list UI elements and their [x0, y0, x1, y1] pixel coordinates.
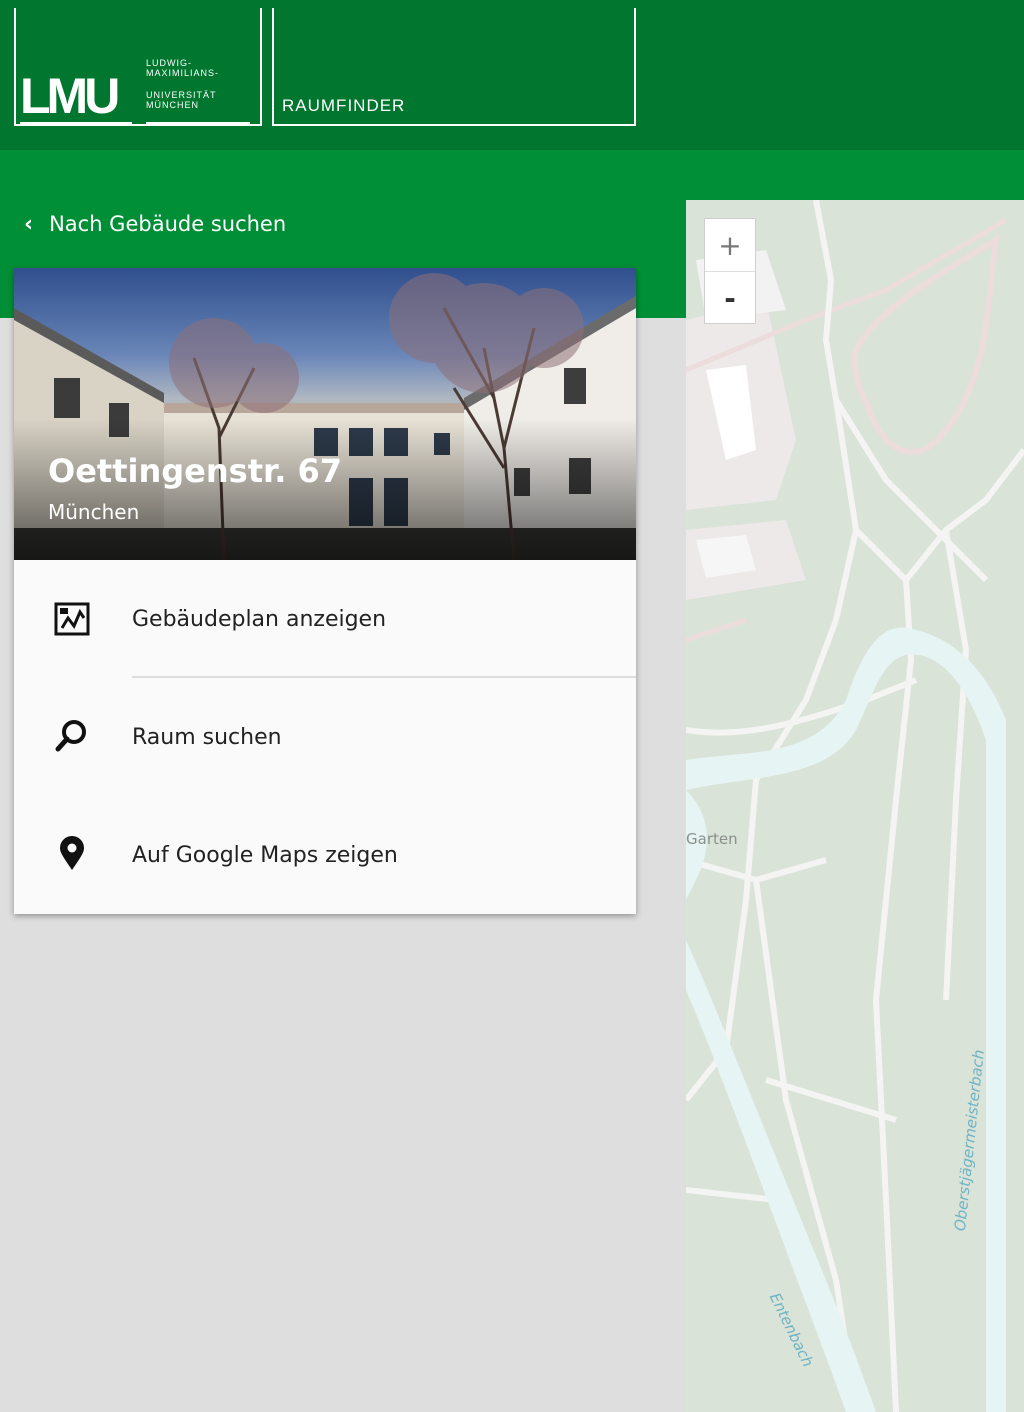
search-room-item[interactable]: Raum suchen — [14, 678, 636, 796]
lmu-logo[interactable]: LMU LUDWIG- MAXIMILIANS- UNIVERSITÄT MÜN… — [14, 8, 262, 126]
building-name: Oettingenstr. 67 — [48, 452, 343, 490]
show-building-plan-item[interactable]: Gebäudeplan anzeigen — [14, 560, 636, 678]
search-icon — [52, 716, 92, 756]
map-pin-icon — [52, 834, 92, 874]
logo-line: MAXIMILIANS- — [146, 68, 220, 78]
building-city: München — [48, 500, 140, 524]
back-to-building-search-link[interactable]: ‹ Nach Gebäude suchen — [24, 206, 286, 242]
logo-university-name: LUDWIG- MAXIMILIANS- UNIVERSITÄT MÜNCHEN — [146, 58, 250, 124]
menu-item-label: Raum suchen — [132, 724, 282, 750]
building-photo: Oettingenstr. 67 München — [14, 268, 636, 560]
menu-item-label: Gebäudeplan anzeigen — [132, 606, 387, 632]
map-zoom-control: + - — [704, 218, 756, 324]
show-on-google-maps-item[interactable]: Auf Google Maps zeigen — [14, 796, 636, 914]
map-creek — [686, 940, 876, 1412]
app-title: RAUMFINDER — [282, 96, 406, 115]
chevron-left-icon: ‹ — [24, 211, 34, 237]
logo-line: MÜNCHEN — [146, 100, 199, 110]
map-label-garden: Garten — [686, 830, 738, 848]
logo-line: UNIVERSITÄT — [146, 90, 217, 100]
building-plan-icon — [52, 598, 92, 638]
zoom-in-button[interactable]: + — [705, 219, 755, 271]
back-link-label: Nach Gebäude suchen — [49, 212, 287, 236]
top-header: LMU LUDWIG- MAXIMILIANS- UNIVERSITÄT MÜN… — [0, 0, 1024, 150]
map-canvas — [686, 200, 1024, 1412]
building-card: Oettingenstr. 67 München Gebäudeplan anz… — [14, 268, 636, 914]
logo-wordmark: LMU — [20, 70, 132, 124]
menu-item-label: Auf Google Maps zeigen — [132, 842, 398, 868]
logo-line: LUDWIG- — [146, 58, 192, 68]
map-boundary — [851, 234, 1000, 456]
app-title-box[interactable]: RAUMFINDER — [272, 8, 636, 126]
map-view[interactable]: + - Garten Entenbach Oberstjägermeisterb… — [686, 200, 1024, 1412]
zoom-out-button[interactable]: - — [705, 271, 755, 324]
